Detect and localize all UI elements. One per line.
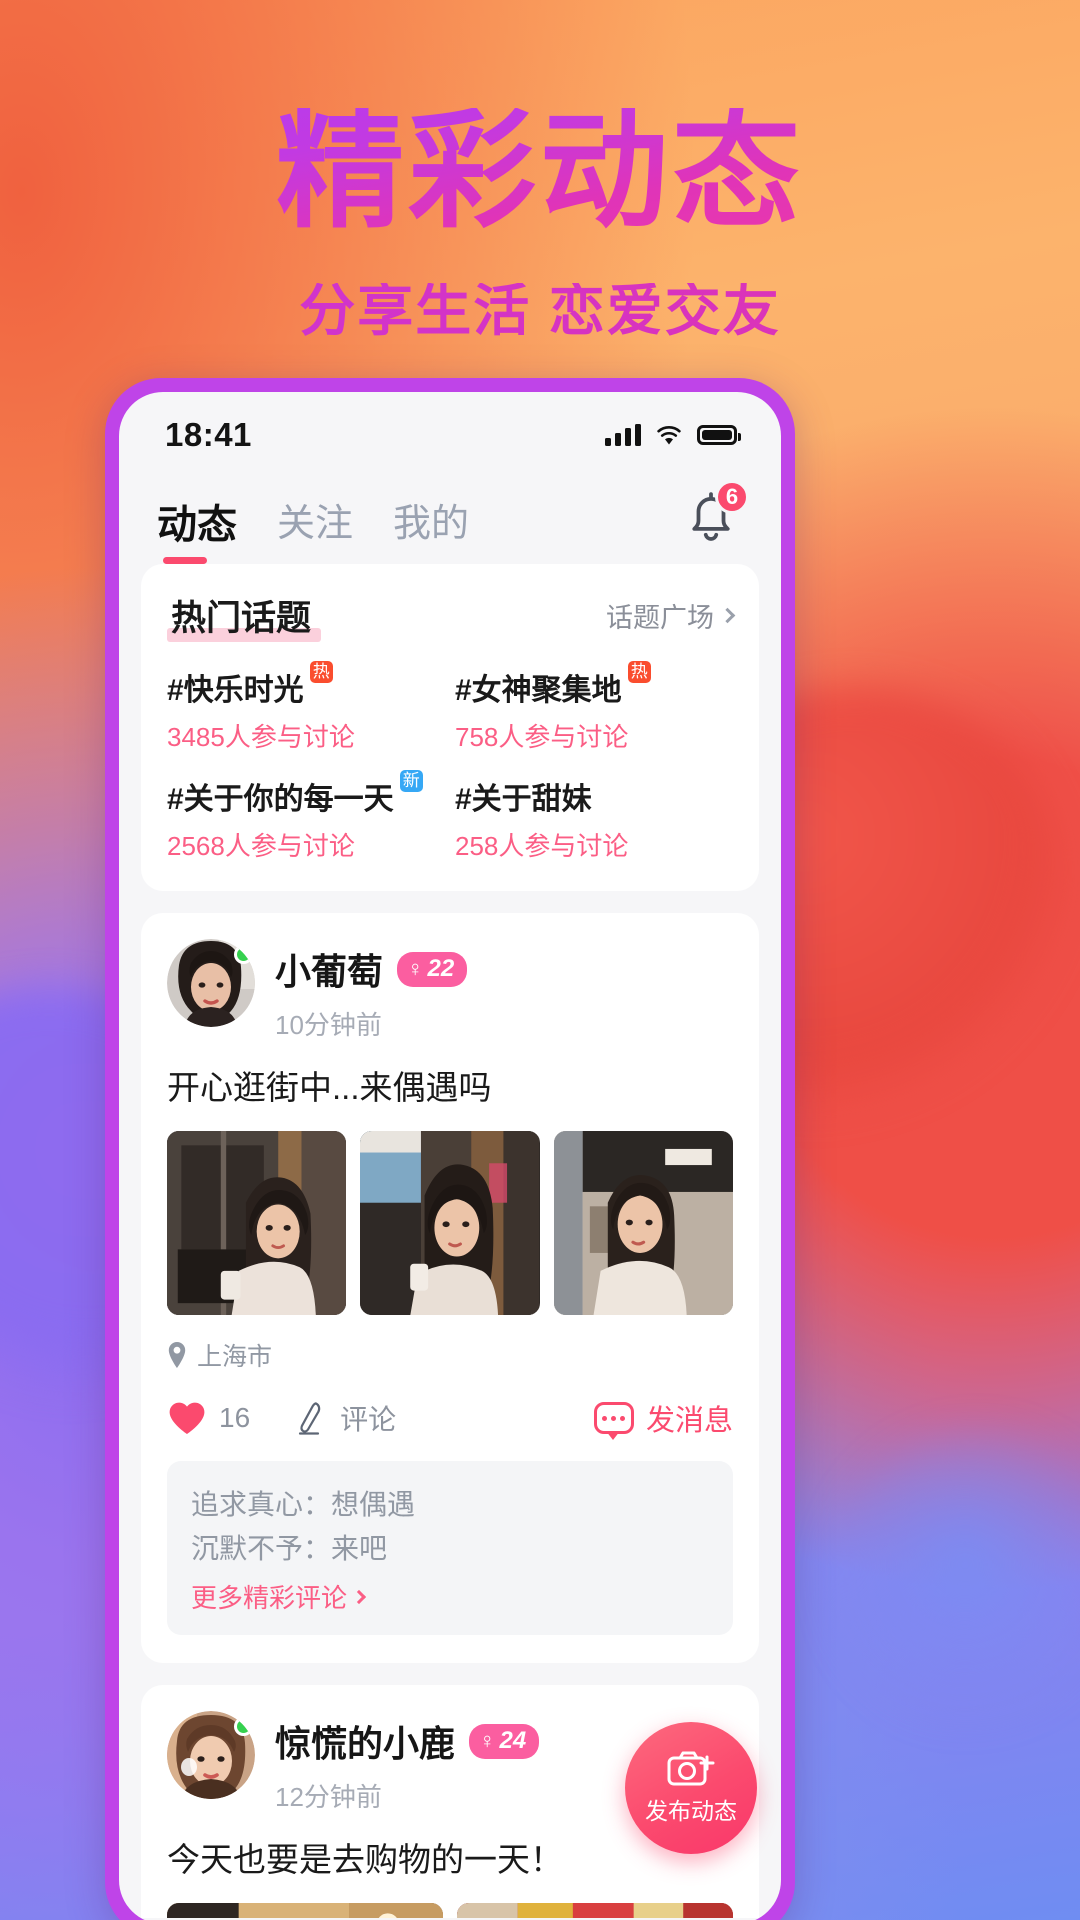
send-message-button[interactable]: 发消息	[593, 1397, 733, 1441]
comment-item: 沉默不予：来吧	[191, 1532, 388, 1564]
tab-dongtai[interactable]: 动态	[157, 492, 237, 564]
more-comments-link[interactable]: 更多精彩评论	[191, 1578, 709, 1615]
post-time: 10分钟前	[275, 1010, 382, 1040]
comment-label: 评论	[340, 1404, 397, 1436]
female-icon: ♀	[407, 955, 424, 981]
post-actions: 16 评论 发消息	[167, 1397, 733, 1441]
post-photo[interactable]	[553, 1130, 733, 1316]
comment-item: 追求真心：想偶遇	[191, 1489, 416, 1521]
topic-item[interactable]: #女神聚集地热 758人参与讨论	[455, 661, 733, 754]
like-button[interactable]: 16	[167, 1400, 250, 1436]
top-tab-bar: 动态 关注 我的 6	[119, 478, 781, 564]
post-time: 12分钟前	[275, 1782, 382, 1813]
online-indicator	[234, 1717, 253, 1737]
topic-count: 258人参与讨论	[455, 831, 629, 861]
topic-name: #快乐时光	[167, 674, 304, 707]
status-bar: 18:41	[119, 392, 781, 478]
heart-icon	[167, 1400, 207, 1436]
post-card: 小葡萄 ♀ 22 10分钟前 开心逛街中...来偶遇吗 上海市 16 评论 发消…	[141, 913, 759, 1664]
topic-count: 2568人参与讨论	[167, 831, 355, 861]
pen-icon	[294, 1400, 328, 1436]
post-username[interactable]: 小葡萄	[275, 943, 383, 995]
chevron-right-icon	[351, 1589, 367, 1604]
topic-plaza-label: 话题广场	[606, 603, 714, 633]
post-photo[interactable]	[167, 1902, 443, 1918]
age-value: 22	[427, 954, 455, 982]
topic-name: #关于甜妹	[455, 783, 592, 816]
topic-name: #女神聚集地	[455, 674, 622, 707]
send-message-label: 发消息	[645, 1405, 733, 1438]
post-username[interactable]: 惊慌的小鹿	[275, 1715, 455, 1767]
post-location: 上海市	[167, 1337, 733, 1373]
camera-plus-icon	[666, 1750, 716, 1788]
avatar[interactable]	[167, 1711, 255, 1800]
post-text: 开心逛街中...来偶遇吗	[167, 1069, 492, 1106]
status-time: 18:41	[165, 416, 252, 453]
location-pin-icon	[167, 1342, 187, 1369]
online-indicator	[234, 945, 253, 964]
gender-age-badge: ♀ 24	[469, 1723, 540, 1759]
post-photo-grid	[167, 1902, 733, 1918]
comment-button[interactable]: 评论	[294, 1398, 396, 1438]
signal-bars-icon	[605, 424, 641, 446]
tab-wode[interactable]: 我的	[393, 492, 469, 561]
poster-subheadline: 分享生活 恋爱交友	[0, 283, 1080, 339]
hot-topics-title: 热门话题	[167, 590, 322, 642]
avatar[interactable]	[167, 939, 255, 1027]
topic-count: 3485人参与讨论	[167, 722, 355, 752]
topic-plaza-link[interactable]: 话题广场	[606, 596, 736, 635]
topic-item[interactable]: #快乐时光热 3485人参与讨论	[167, 661, 445, 754]
poster-headline: 精彩动态	[0, 108, 1080, 236]
tab-guanzhu[interactable]: 关注	[277, 492, 353, 561]
publish-post-button[interactable]: 发布动态	[625, 1722, 757, 1854]
post-text: 今天也要是去购物的一天！	[167, 1841, 563, 1879]
like-count: 16	[219, 1402, 251, 1434]
publish-post-label: 发布动态	[645, 1798, 737, 1824]
topic-item[interactable]: #关于你的每一天新 2568人参与讨论	[167, 770, 445, 863]
hot-topics-card: 热门话题 话题广场 #快乐时光热 3485人参与讨论 #女神聚集地热 758人参…	[141, 564, 759, 891]
gender-age-badge: ♀ 22	[397, 951, 468, 987]
topic-name: #关于你的每一天	[167, 783, 394, 816]
post-photo[interactable]	[360, 1130, 540, 1316]
post-photo[interactable]	[167, 1130, 347, 1316]
age-value: 24	[499, 1726, 527, 1754]
post-photo-grid	[167, 1130, 733, 1316]
more-comments-label: 更多精彩评论	[191, 1583, 348, 1614]
female-icon: ♀	[479, 1727, 496, 1753]
topic-hot-badge: 热	[309, 661, 333, 683]
phone-screen: 18:41 动态 关注 我的 6 热门话题 话题广场 #快乐时光 热 3485人…	[119, 392, 781, 1920]
topic-count: 758人参与讨论	[455, 722, 629, 752]
notifications-button[interactable]: 6	[679, 480, 749, 552]
battery-icon	[697, 425, 741, 445]
feed-scroll-area[interactable]: 热门话题 话题广场 #快乐时光热 3485人参与讨论 #女神聚集地热 758人参…	[119, 564, 781, 1918]
message-bubble-icon	[593, 1402, 634, 1441]
topic-item[interactable]: #关于甜妹 258人参与讨论	[455, 774, 733, 863]
post-comments: 追求真心：想偶遇 沉默不予：来吧 更多精彩评论	[167, 1461, 733, 1636]
chevron-right-icon	[719, 607, 736, 624]
topic-hot-badge: 热	[627, 661, 651, 683]
topic-new-badge: 新	[399, 770, 423, 792]
notification-badge: 6	[715, 480, 749, 514]
wifi-icon	[655, 424, 683, 446]
post-photo[interactable]	[457, 1902, 733, 1918]
location-name: 上海市	[197, 1343, 273, 1372]
phone-mockup: 18:41 动态 关注 我的 6 热门话题 话题广场 #快乐时光 热 3485人…	[105, 378, 795, 1920]
